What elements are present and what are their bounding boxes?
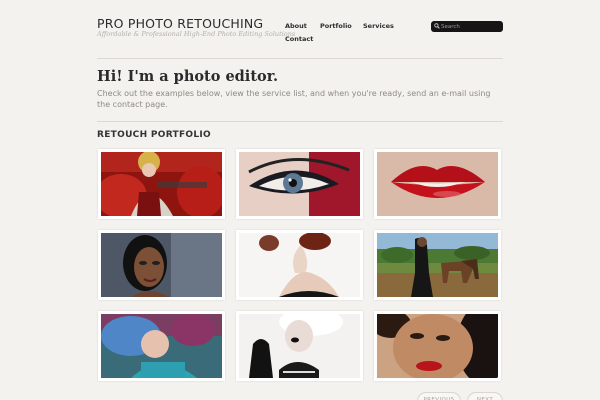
site-tagline: Affordable & Professional High-End Photo… (97, 30, 296, 38)
site-title[interactable]: PRO PHOTO RETOUCHING (97, 16, 263, 31)
nav-contact[interactable]: Contact (285, 35, 313, 43)
portfolio-thumb-redhead-profile[interactable] (236, 230, 363, 300)
page-container: PRO PHOTO RETOUCHING Affordable & Profes… (97, 0, 503, 400)
portfolio-title: RETOUCH PORTFOLIO (97, 130, 211, 140)
portfolio-thumb-red-lips[interactable] (374, 149, 501, 219)
portfolio-thumb-black-gloves[interactable] (236, 311, 363, 381)
portfolio-thumb-horses-field[interactable] (374, 230, 501, 300)
nav-about[interactable]: About (285, 22, 307, 30)
search-icon (434, 23, 440, 29)
portfolio-image (239, 152, 360, 216)
portfolio-thumb-blue-hair[interactable] (98, 311, 225, 381)
intro-divider (97, 121, 503, 122)
intro-text: Check out the examples below, view the s… (97, 89, 491, 109)
portfolio-thumb-red-costume[interactable] (98, 149, 225, 219)
search-box[interactable] (431, 21, 503, 32)
portfolio-thumb-glam-portrait[interactable] (374, 311, 501, 381)
portfolio-thumb-eye-closeup[interactable] (236, 149, 363, 219)
nav-portfolio[interactable]: Portfolio (320, 22, 352, 30)
portfolio-image (377, 152, 498, 216)
search-input[interactable] (441, 21, 501, 32)
portfolio-image (101, 233, 222, 297)
next-button[interactable]: NEXT (467, 392, 503, 400)
portfolio-image (239, 314, 360, 378)
portfolio-image (101, 152, 222, 216)
portfolio-image (377, 314, 498, 378)
portfolio-image (377, 233, 498, 297)
portfolio-image (101, 314, 222, 378)
portfolio-thumb-dark-portrait[interactable] (98, 230, 225, 300)
previous-button[interactable]: PREVIOUS (417, 392, 461, 400)
header-divider (97, 58, 503, 59)
nav-services[interactable]: Services (363, 22, 394, 30)
page-headline: Hi! I'm a photo editor. (97, 68, 279, 85)
portfolio-image (239, 233, 360, 297)
